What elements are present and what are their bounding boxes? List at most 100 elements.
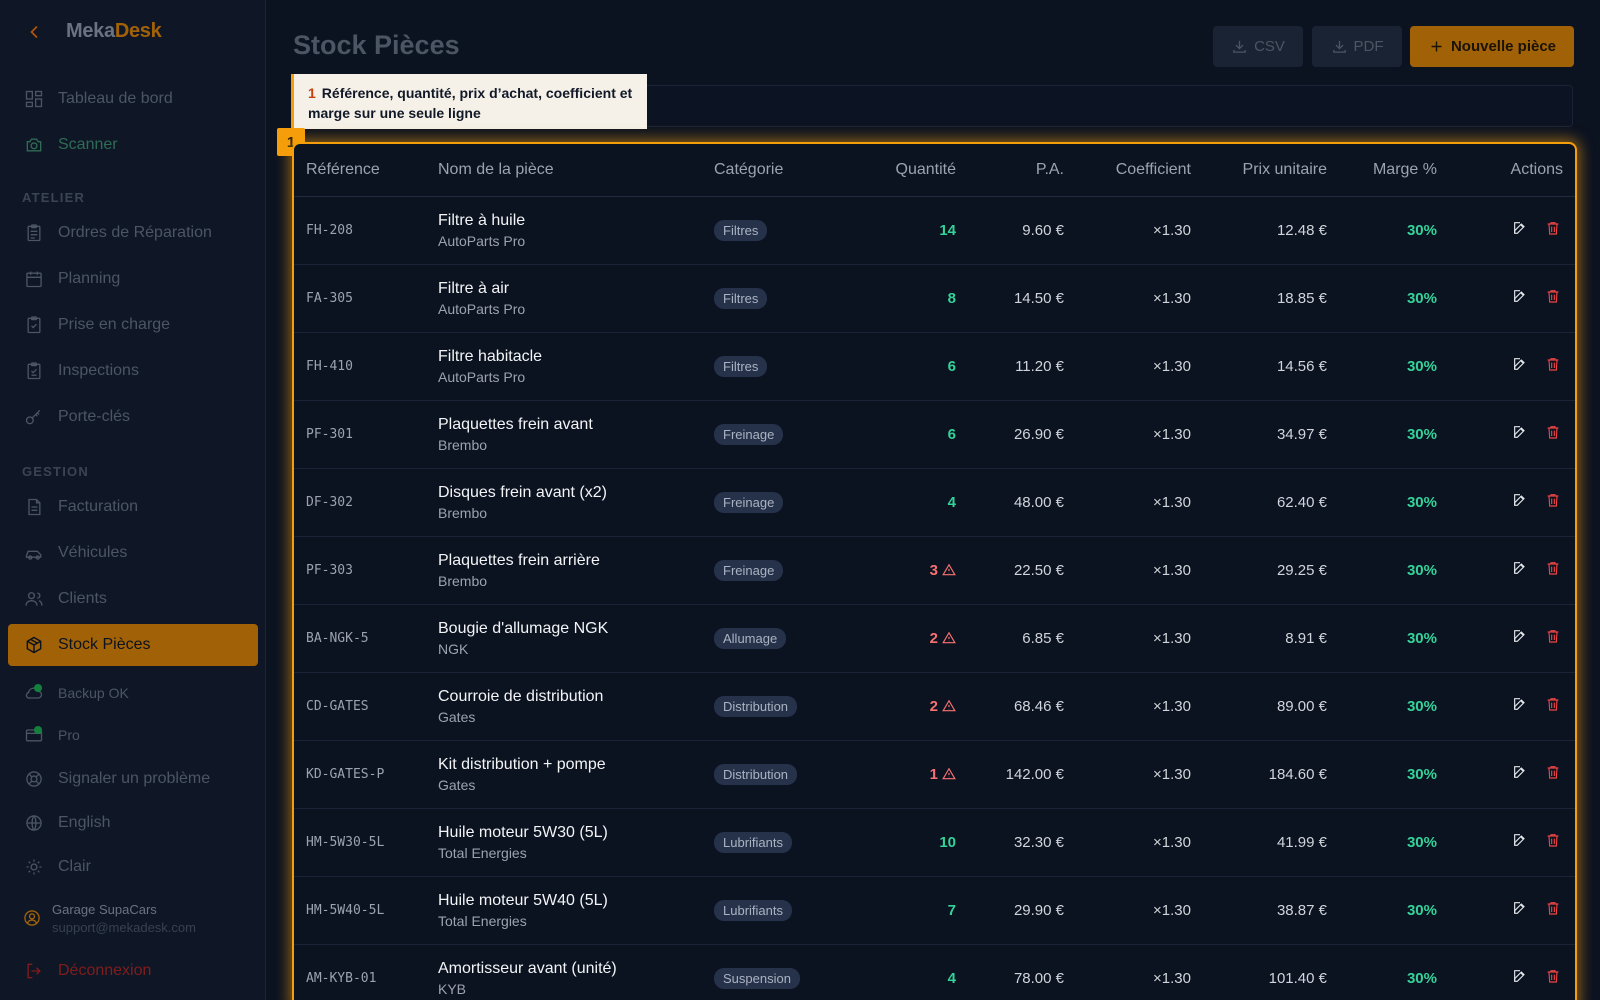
trash-icon[interactable] [1545,220,1561,240]
trash-icon[interactable] [1545,832,1561,852]
edit-icon[interactable] [1512,492,1528,512]
col-reference[interactable]: Référence [294,144,426,197]
cell-coefficient: ×1.30 [1076,876,1203,945]
trash-icon[interactable] [1545,560,1561,580]
cell-quantity: 4 [852,468,968,537]
sidebar-item-inspections[interactable]: Inspections [8,350,258,392]
edit-icon[interactable] [1512,560,1528,580]
trash-icon[interactable] [1545,356,1561,376]
sidebar: MekaDesk Tableau de bord Scanner ATELIER… [0,0,266,1000]
edit-icon[interactable] [1512,900,1528,920]
col-part-name[interactable]: Nom de la pièce [426,144,702,197]
chevron-left-icon[interactable] [24,22,44,42]
trash-icon[interactable] [1545,492,1561,512]
cell-category: Lubrifiants [702,876,852,945]
trash-icon[interactable] [1545,764,1561,784]
trash-icon[interactable] [1545,424,1561,444]
sun-icon [24,857,44,877]
sidebar-item-planning[interactable]: Planning [8,258,258,300]
quantity-value: 4 [947,969,956,987]
document-icon [24,497,44,517]
theme-toggle[interactable]: Clair [8,846,258,888]
table-row[interactable]: BA-NGK-5 Bougie d'allumage NGK NGK Allum… [294,604,1575,673]
part-supplier: AutoParts Pro [438,300,526,317]
table-row[interactable]: HM-5W30-5L Huile moteur 5W30 (5L) Total … [294,808,1575,877]
cell-category: Freinage [702,468,852,537]
sidebar-item-label: Prise en charge [58,316,171,333]
edit-icon[interactable] [1512,424,1528,444]
cell-reference: FH-410 [294,332,426,401]
edit-icon[interactable] [1512,220,1528,240]
clipboard-list-icon [24,361,44,381]
report-problem-link[interactable]: Signaler un problème [8,758,258,800]
edit-icon[interactable] [1512,968,1528,988]
user-profile[interactable]: Garage SupaCars support@mekadesk.com [22,902,196,935]
app-logo: MekaDesk [66,20,162,42]
export-pdf-button[interactable]: PDF [1312,26,1402,67]
backup-status[interactable]: Backup OK [8,672,258,714]
plan-status[interactable]: Pro [8,714,258,756]
table-row[interactable]: AM-KYB-01 Amortisseur avant (unité) KYB … [294,944,1575,1000]
trash-icon[interactable] [1545,968,1561,988]
sidebar-item-label: Facturation [58,498,139,515]
cell-reference: BA-NGK-5 [294,604,426,673]
table-row[interactable]: KD-GATES-P Kit distribution + pompe Gate… [294,740,1575,809]
edit-icon[interactable] [1512,832,1528,852]
sidebar-item-clients[interactable]: Clients [8,578,258,620]
cell-part-name: Huile moteur 5W40 (5L) Total Energies [426,876,702,945]
edit-icon[interactable] [1512,288,1528,308]
lifebuoy-icon [24,769,44,789]
edit-icon[interactable] [1512,696,1528,716]
cell-unit-price: 14.56 € [1203,332,1339,401]
trash-icon[interactable] [1545,288,1561,308]
sidebar-item-keys[interactable]: Porte-clés [8,396,258,438]
sidebar-item-stock[interactable]: Stock Pièces [8,624,258,666]
parts-table-container: Référence Nom de la pièce Catégorie Quan… [292,142,1577,1000]
trash-icon[interactable] [1545,900,1561,920]
logout-button[interactable]: Déconnexion [8,950,258,992]
col-category[interactable]: Catégorie [702,144,852,197]
cell-reference: HM-5W40-5L [294,876,426,945]
col-purchase-price[interactable]: P.A. [968,144,1076,197]
table-row[interactable]: DF-302 Disques frein avant (x2) Brembo F… [294,468,1575,537]
new-part-button[interactable]: Nouvelle pièce [1410,26,1574,67]
trash-icon[interactable] [1545,696,1561,716]
trash-icon[interactable] [1545,628,1561,648]
dashboard-icon [24,89,44,109]
table-row[interactable]: PF-301 Plaquettes frein avant Brembo Fre… [294,400,1575,469]
table-row[interactable]: HM-5W40-5L Huile moteur 5W40 (5L) Total … [294,876,1575,945]
cell-unit-price: 184.60 € [1203,740,1339,809]
table-row[interactable]: CD-GATES Courroie de distribution Gates … [294,672,1575,741]
sidebar-item-intake[interactable]: Prise en charge [8,304,258,346]
export-csv-button[interactable]: CSV [1213,26,1303,67]
table-row[interactable]: FH-208 Filtre à huile AutoParts Pro Filt… [294,196,1575,265]
sidebar-item-billing[interactable]: Facturation [8,486,258,528]
cell-purchase-price: 78.00 € [968,944,1076,1000]
warning-icon [938,766,956,783]
sidebar-item-dashboard[interactable]: Tableau de bord [8,78,258,120]
col-unit-price[interactable]: Prix unitaire [1203,144,1339,197]
table-row[interactable]: PF-303 Plaquettes frein arrière Brembo F… [294,536,1575,605]
cell-actions [1449,604,1575,673]
cell-reference: CD-GATES [294,672,426,741]
col-margin[interactable]: Marge % [1339,144,1449,197]
sidebar-item-scanner[interactable]: Scanner [8,124,258,166]
sidebar-item-label: Clients [58,590,107,607]
sidebar-item-label: Stock Pièces [58,636,151,653]
cell-actions [1449,264,1575,333]
quantity-value: 10 [939,833,956,851]
table-row[interactable]: FA-305 Filtre à air AutoParts Pro Filtre… [294,264,1575,333]
language-switch[interactable]: English [8,802,258,844]
col-quantity[interactable]: Quantité [852,144,968,197]
user-email: support@mekadesk.com [52,920,196,935]
cell-quantity: 3 [852,536,968,605]
sidebar-item-repair-orders[interactable]: Ordres de Réparation [8,212,258,254]
edit-icon[interactable] [1512,356,1528,376]
edit-icon[interactable] [1512,628,1528,648]
edit-icon[interactable] [1512,764,1528,784]
col-coefficient[interactable]: Coefficient [1076,144,1203,197]
table-row[interactable]: FH-410 Filtre habitacle AutoParts Pro Fi… [294,332,1575,401]
part-supplier: Brembo [438,504,488,521]
sidebar-item-vehicles[interactable]: Véhicules [8,532,258,574]
cell-margin: 30% [1339,536,1449,605]
